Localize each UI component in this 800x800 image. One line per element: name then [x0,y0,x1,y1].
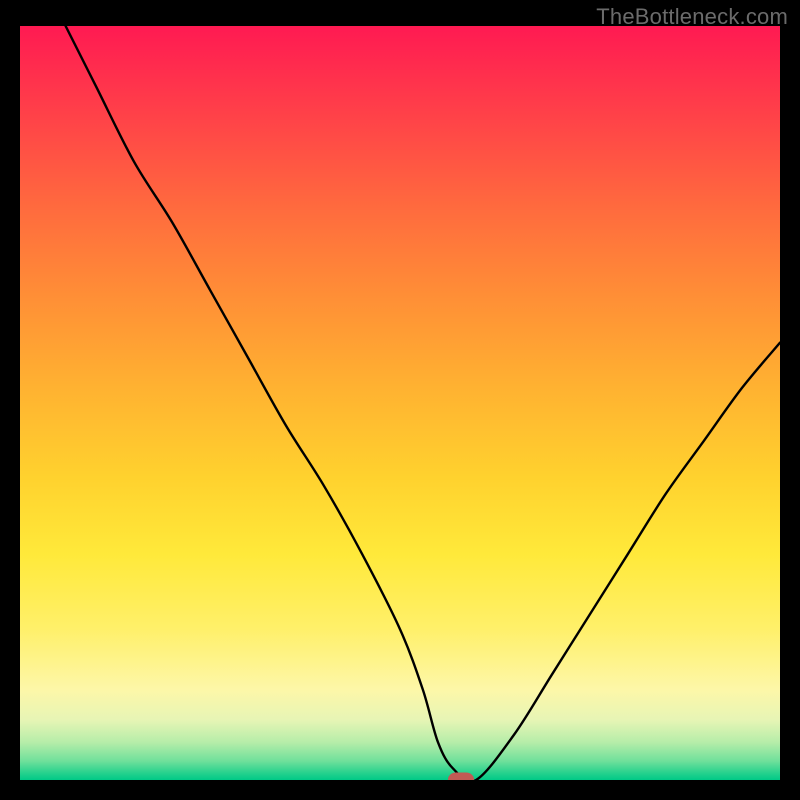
minimum-marker [448,773,474,781]
chart-frame: TheBottleneck.com [0,0,800,800]
bottleneck-curve [20,26,780,780]
plot-area [20,26,780,780]
watermark-text: TheBottleneck.com [596,4,788,30]
